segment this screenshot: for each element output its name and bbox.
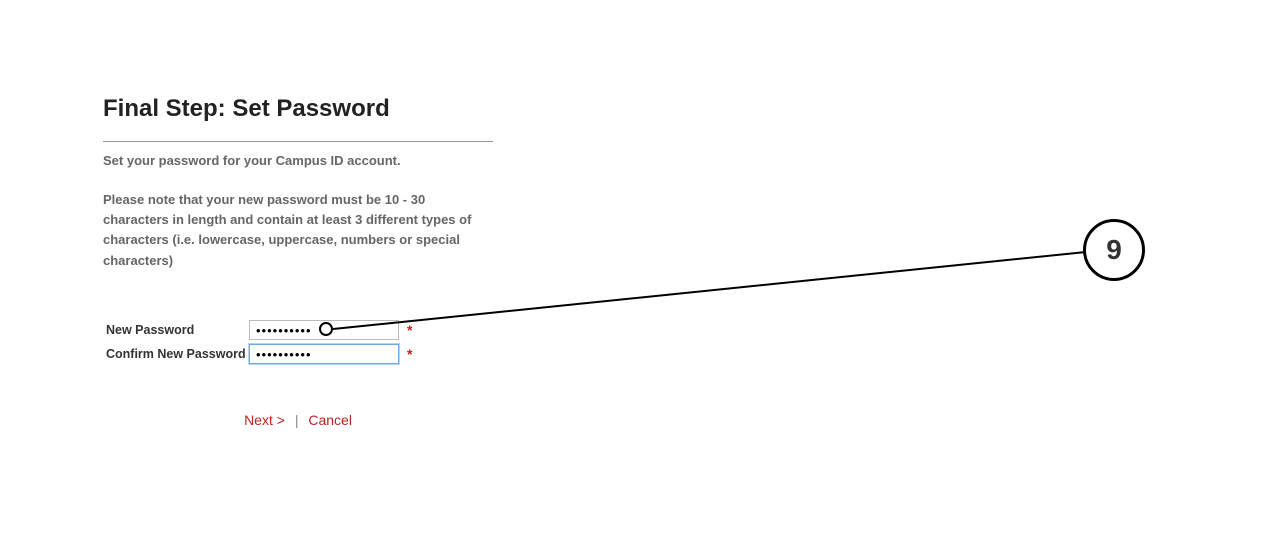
- password-requirements-note: Please note that your new password must …: [103, 190, 493, 271]
- page-title: Final Step: Set Password: [103, 95, 493, 123]
- confirm-password-label: Confirm New Password: [106, 347, 249, 361]
- new-password-row: New Password *: [106, 319, 412, 341]
- action-bar: Next > | Cancel: [103, 412, 493, 428]
- divider: [103, 141, 493, 142]
- confirm-password-row: Confirm New Password *: [106, 343, 412, 365]
- confirm-password-input[interactable]: [249, 344, 399, 364]
- cancel-button[interactable]: Cancel: [308, 412, 352, 428]
- next-button[interactable]: Next >: [244, 412, 285, 428]
- annotation-origin-dot: [319, 322, 333, 336]
- annotation-step-number: 9: [1106, 234, 1122, 266]
- required-mark: *: [407, 346, 412, 362]
- annotation-step-badge: 9: [1083, 219, 1145, 281]
- required-mark: *: [407, 322, 412, 338]
- new-password-label: New Password: [106, 323, 249, 337]
- action-separator: |: [295, 412, 299, 428]
- content-block: Final Step: Set Password Set your passwo…: [103, 95, 493, 271]
- intro-text: Set your password for your Campus ID acc…: [103, 152, 493, 170]
- password-form: New Password * Confirm New Password *: [106, 319, 412, 367]
